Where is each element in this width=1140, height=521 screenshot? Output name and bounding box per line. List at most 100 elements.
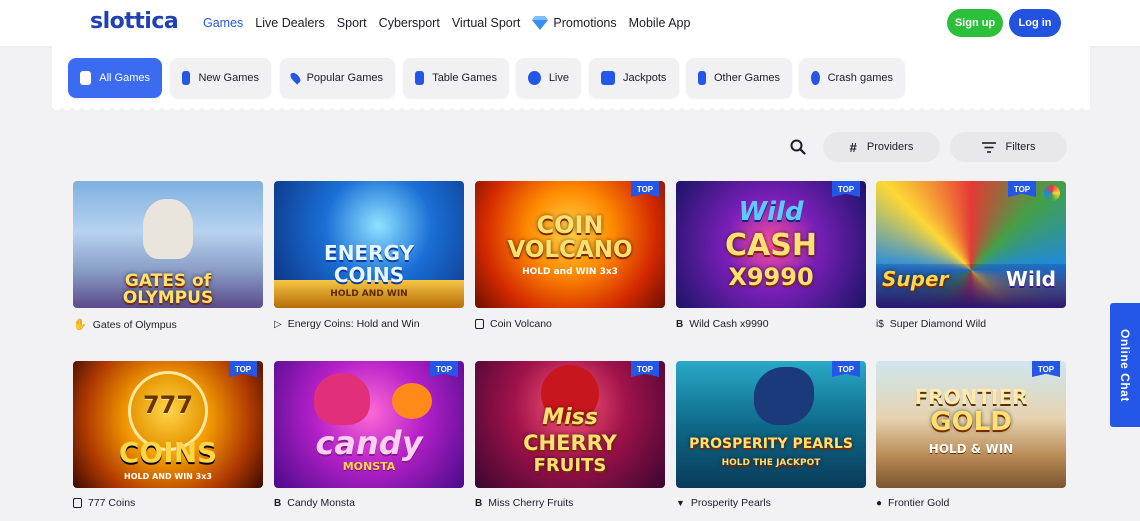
nav-games[interactable]: Games — [203, 16, 243, 30]
game-tile-candy-monsta[interactable]: candy MONSTA TOP — [274, 361, 464, 488]
game-art-subtitle: COINS — [333, 263, 405, 287]
game-tile-super-diamond-wild[interactable]: Super Wild TOP — [876, 181, 1066, 308]
new-games-icon — [182, 71, 191, 85]
site-logo[interactable]: slottica — [90, 9, 179, 34]
category-label: Crash games — [827, 72, 893, 84]
live-icon — [528, 71, 541, 85]
filters-button[interactable]: Filters — [950, 132, 1067, 162]
filter-icon — [981, 141, 996, 153]
game-tile-miss-cherry-fruits[interactable]: Miss CHERRY FRUITS TOP — [475, 361, 665, 488]
game-label-gates-of-olympus[interactable]: ✋ Gates of Olympus — [73, 318, 177, 332]
game-art-title: candy — [315, 424, 423, 462]
game-name: Frontier Gold — [888, 497, 950, 509]
other-games-icon — [698, 71, 706, 85]
game-art-subtitle: CASH — [725, 228, 817, 263]
search-icon — [790, 139, 806, 155]
game-tile-frontier-gold[interactable]: FRONTIER GOLD HOLD & WIN TOP — [876, 361, 1066, 488]
game-label-energy-coins[interactable]: ▷ Energy Coins: Hold and Win — [274, 318, 420, 330]
category-new-games[interactable]: New Games — [170, 58, 271, 98]
pin-provider-icon: ● — [876, 497, 883, 509]
dragon-figure — [754, 367, 814, 425]
game-art-tagline: HOLD AND WIN 3x3 — [124, 472, 212, 481]
game-name: Gates of Olympus — [92, 318, 177, 331]
b-provider-icon: B — [475, 497, 483, 509]
online-chat-tab[interactable]: Online Chat — [1110, 303, 1140, 427]
game-label-miss-cherry-fruits[interactable]: B Miss Cherry Fruits — [475, 497, 573, 509]
game-art-subtitle: CHERRY — [523, 431, 617, 455]
game-name: Coin Volcano — [490, 318, 552, 330]
category-table-games[interactable]: Table Games — [403, 58, 509, 98]
category-popular-games[interactable]: Popular Games — [280, 58, 395, 98]
game-art-tagline: FRUITS — [533, 455, 607, 476]
game-label-prosperity-pearls[interactable]: ▼ Prosperity Pearls — [676, 497, 771, 509]
play-provider-icon: ▷ — [274, 318, 282, 330]
game-art-subtitle: MONSTA — [342, 460, 396, 473]
category-label: Popular Games — [306, 72, 383, 84]
category-other-games[interactable]: Other Games — [686, 58, 792, 98]
b-provider-icon: B — [274, 497, 282, 509]
category-all-games[interactable]: All Games — [68, 58, 162, 98]
nav-virtual-sport[interactable]: Virtual Sport — [452, 16, 521, 30]
game-label-candy-monsta[interactable]: B Candy Monsta — [274, 497, 355, 509]
game-art-title: FRONTIER — [914, 385, 1028, 409]
game-name: Super Diamond Wild — [889, 318, 987, 330]
category-crash-games[interactable]: Crash games — [799, 58, 905, 98]
wheel-icon — [1044, 185, 1060, 201]
game-label-wild-cash[interactable]: B Wild Cash x9990 — [676, 318, 769, 330]
game-art-title: ENERGY — [324, 241, 414, 265]
nav-sport[interactable]: Sport — [337, 16, 367, 30]
game-tile-wild-cash[interactable]: Wild CASH X9990 TOP — [676, 181, 866, 308]
triangle-provider-icon: ▼ — [676, 498, 685, 508]
game-art-tagline: X9990 — [728, 263, 814, 291]
game-art-subtitle: GOLD — [930, 407, 1012, 437]
category-label: All Games — [99, 72, 150, 84]
all-games-icon — [80, 71, 92, 85]
search-button[interactable] — [783, 132, 813, 162]
nav-mobile-app[interactable]: Mobile App — [629, 16, 691, 30]
category-label: Other Games — [713, 72, 780, 84]
game-art-title: GATES of OLYMPUS — [122, 271, 214, 308]
provider-icon — [73, 498, 82, 508]
hand-icon: ✋ — [73, 319, 87, 331]
providers-label: Providers — [866, 141, 914, 153]
category-jackpots[interactable]: Jackpots — [589, 58, 679, 98]
game-name: Prosperity Pearls — [690, 497, 771, 509]
jackpot-icon — [601, 71, 615, 85]
is-provider-icon: i$ — [876, 318, 884, 330]
game-tile-prosperity-pearls[interactable]: PROSPERITY PEARLS HOLD THE JACKPOT TOP — [676, 361, 866, 488]
monster-figure — [314, 373, 370, 425]
game-art-title: Miss — [542, 405, 598, 430]
signup-button[interactable]: Sign up — [947, 9, 1003, 37]
providers-button[interactable]: # Providers — [823, 132, 940, 162]
game-art-title: COINS — [118, 436, 218, 469]
nav-promotions[interactable]: Promotions — [532, 16, 617, 30]
rocket-icon — [811, 71, 820, 85]
nav-cybersport[interactable]: Cybersport — [379, 16, 440, 30]
login-button[interactable]: Log in — [1009, 9, 1061, 37]
game-label-frontier-gold[interactable]: ● Frontier Gold — [876, 497, 949, 509]
game-name: Miss Cherry Fruits — [488, 497, 574, 509]
game-art-tagline: HOLD and WIN 3x3 — [522, 267, 618, 277]
game-label-coin-volcano[interactable]: Coin Volcano — [475, 318, 552, 330]
game-tile-gates-of-olympus[interactable]: GATES of OLYMPUS — [73, 181, 263, 308]
pumpkin-figure — [392, 383, 432, 419]
category-label: New Games — [198, 72, 259, 84]
main-nav: Games Live Dealers Sport Cybersport Virt… — [203, 0, 690, 46]
category-bar-edge — [52, 106, 1090, 114]
game-label-777-coins[interactable]: 777 Coins — [73, 497, 135, 509]
category-live[interactable]: Live — [516, 58, 581, 98]
game-tile-coin-volcano[interactable]: COIN VOLCANO HOLD and WIN 3x3 TOP — [475, 181, 665, 308]
provider-icon — [475, 319, 484, 329]
game-name: Candy Monsta — [287, 497, 355, 509]
filters-label: Filters — [1005, 141, 1036, 153]
game-art-tagline: HOLD AND WIN — [330, 289, 408, 299]
game-name: Energy Coins: Hold and Win — [287, 318, 420, 330]
top-header: slottica Games Live Dealers Sport Cybers… — [0, 0, 1140, 46]
game-name: Wild Cash x9990 — [689, 318, 769, 330]
card-icon — [415, 71, 425, 85]
game-label-super-diamond-wild[interactable]: i$ Super Diamond Wild — [876, 318, 986, 330]
nav-live-dealers[interactable]: Live Dealers — [255, 16, 324, 30]
game-tile-777-coins[interactable]: 777 COINS HOLD AND WIN 3x3 TOP — [73, 361, 263, 488]
game-art-subtitle: VOLCANO — [507, 237, 633, 263]
game-tile-energy-coins[interactable]: ENERGY COINS HOLD AND WIN — [274, 181, 464, 308]
